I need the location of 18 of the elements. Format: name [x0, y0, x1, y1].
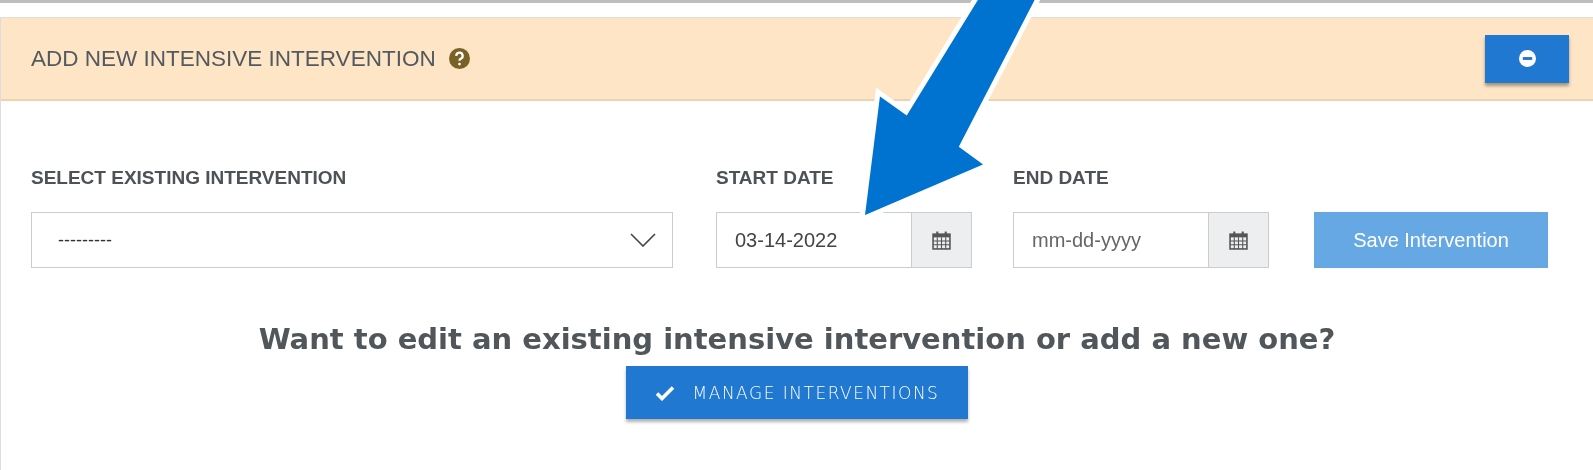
date-field[interactable]: mm-dd-yyyy — [1013, 212, 1208, 268]
calendar-button[interactable] — [1208, 212, 1269, 268]
calendar-icon — [1229, 230, 1248, 250]
date-field[interactable]: 03-14-2022 — [716, 212, 911, 268]
field-label: START DATE — [716, 167, 835, 189]
help-icon — [448, 48, 470, 69]
calendar-button[interactable] — [911, 212, 972, 268]
calendar-icon — [932, 230, 951, 250]
select-field[interactable]: --------- — [31, 212, 673, 268]
chevron-down-icon — [630, 233, 656, 247]
field-label: END DATE — [1013, 167, 1110, 189]
collapse-button[interactable] — [1485, 34, 1569, 83]
field-label: SELECT EXISTING INTERVENTION — [31, 167, 348, 189]
minus-icon — [1518, 50, 1536, 67]
manage-button[interactable]: MANAGE INTERVENTIONS — [626, 366, 968, 419]
panel-title: ADD NEW INTENSIVE INTERVENTION — [31, 45, 436, 72]
check-icon — [654, 384, 675, 401]
prompt-heading: Want to edit an existing intensive intervention or add a new one? — [257, 322, 1337, 356]
